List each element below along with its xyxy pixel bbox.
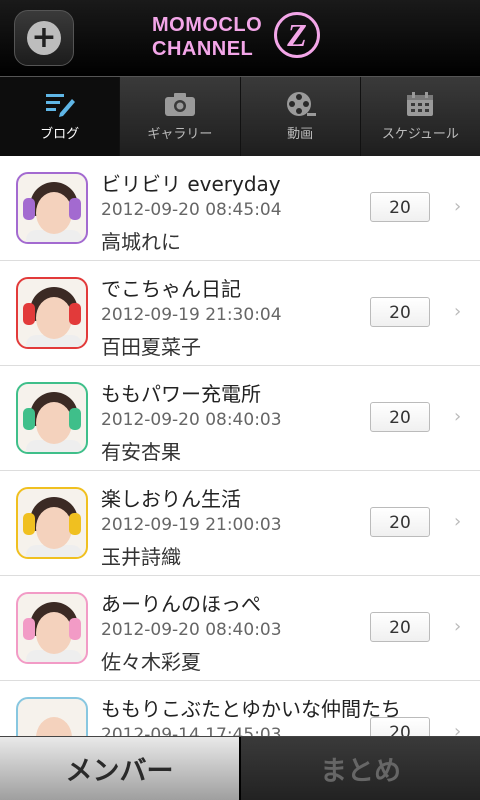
tab-blog[interactable]: ブログ <box>0 77 121 156</box>
film-reel-icon <box>287 92 317 116</box>
logo-line-2: CHANNEL <box>152 38 254 60</box>
chevron-right-icon: › <box>454 721 462 736</box>
avatar <box>16 382 88 454</box>
list-item[interactable]: ビリビリ everyday 2012-09-20 08:45:04 高城れに 2… <box>0 156 480 261</box>
chevron-right-icon: › <box>454 616 462 637</box>
tab-bar: ブログ ギャラリー 動画 スケジュール <box>0 76 480 156</box>
avatar <box>16 487 88 559</box>
list-item[interactable]: ももパワー充電所 2012-09-20 08:40:03 有安杏果 20 › <box>0 366 480 471</box>
count-badge: 20 <box>370 507 430 537</box>
avatar <box>16 592 88 664</box>
tab-video[interactable]: 動画 <box>241 77 361 156</box>
avatar <box>16 697 88 736</box>
post-date: 2012-09-19 21:30:04 <box>101 305 282 325</box>
tab-schedule[interactable]: スケジュール <box>361 77 480 156</box>
post-title: でこちゃん日記 <box>101 277 241 301</box>
plus-circle-icon: + <box>27 21 61 55</box>
post-title: ももパワー充電所 <box>101 382 261 406</box>
list-item[interactable]: あーりんのほっぺ 2012-09-20 08:40:03 佐々木彩夏 20 › <box>0 576 480 681</box>
calendar-icon <box>407 92 434 116</box>
tab-label: スケジュール <box>381 127 459 142</box>
chevron-right-icon: › <box>454 511 462 532</box>
post-author: 玉井詩織 <box>101 545 181 569</box>
tab-label: 動画 <box>287 127 314 142</box>
blog-list[interactable]: ビリビリ everyday 2012-09-20 08:45:04 高城れに 2… <box>0 156 480 736</box>
tab-label: ギャラリー <box>147 127 213 142</box>
count-badge: 20 <box>370 612 430 642</box>
post-date: 2012-09-20 08:40:03 <box>101 620 282 640</box>
post-title: あーりんのほっぺ <box>101 592 261 616</box>
logo-z-mark: Z <box>274 12 320 58</box>
app-logo: MOMOCLO CHANNEL Z <box>152 12 332 64</box>
count-badge: 20 <box>370 717 430 736</box>
pencil-note-icon <box>45 94 75 117</box>
post-date: 2012-09-19 21:00:03 <box>101 515 282 535</box>
post-author: 高城れに <box>101 230 181 254</box>
post-title: 楽しおりん生活 <box>101 487 241 511</box>
logo-line-1: MOMOCLO <box>152 14 263 36</box>
list-item[interactable]: でこちゃん日記 2012-09-19 21:30:04 百田夏菜子 20 › <box>0 261 480 366</box>
tab-label: ブログ <box>40 127 80 142</box>
bottom-bar: メンバー まとめ <box>0 736 480 800</box>
count-badge: 20 <box>370 297 430 327</box>
post-date: 2012-09-14 17:45:03 <box>101 725 282 736</box>
chevron-right-icon: › <box>454 406 462 427</box>
list-item[interactable]: ももりこぶたとゆかいな仲間たち 2012-09-14 17:45:03 20 › <box>0 681 480 736</box>
avatar <box>16 277 88 349</box>
add-button[interactable]: + <box>14 10 74 66</box>
count-badge: 20 <box>370 192 430 222</box>
post-author: 佐々木彩夏 <box>101 650 201 674</box>
post-author: 有安杏果 <box>101 440 181 464</box>
members-button[interactable]: メンバー <box>0 737 241 800</box>
post-author: 百田夏菜子 <box>101 335 201 359</box>
chevron-right-icon: › <box>454 301 462 322</box>
camera-icon <box>164 93 195 116</box>
app-header: + MOMOCLO CHANNEL Z <box>0 0 480 76</box>
summary-button[interactable]: まとめ <box>241 737 480 800</box>
count-badge: 20 <box>370 402 430 432</box>
post-date: 2012-09-20 08:40:03 <box>101 410 282 430</box>
post-date: 2012-09-20 08:45:04 <box>101 200 282 220</box>
tab-gallery[interactable]: ギャラリー <box>120 77 241 156</box>
post-title: ビリビリ everyday <box>101 172 281 196</box>
post-title: ももりこぶたとゆかいな仲間たち <box>101 697 401 721</box>
avatar <box>16 172 88 244</box>
list-item[interactable]: 楽しおりん生活 2012-09-19 21:00:03 玉井詩織 20 › <box>0 471 480 576</box>
chevron-right-icon: › <box>454 196 462 217</box>
